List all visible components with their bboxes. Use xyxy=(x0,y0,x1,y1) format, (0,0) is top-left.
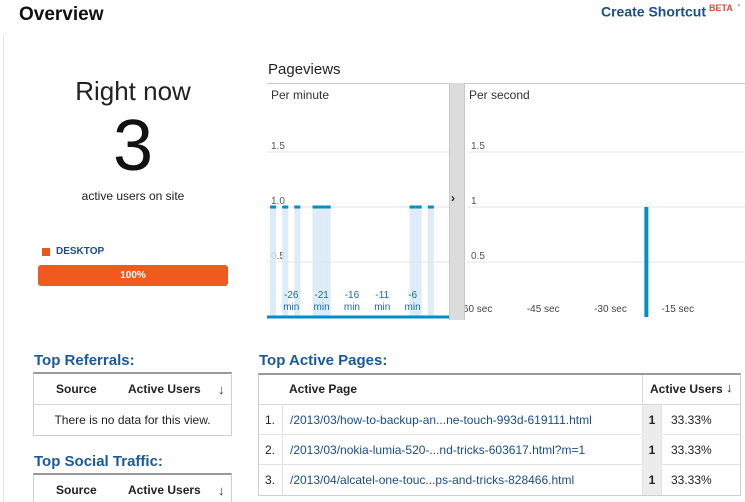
left-divider xyxy=(3,34,4,502)
top-pages-title: Top Active Pages: xyxy=(259,352,388,369)
pageviews-chart: 1.51.00.5-26min-21min-16min-11min-6min 1… xyxy=(267,141,745,319)
x-tick-label: -26 xyxy=(284,290,299,301)
sort-arrow-icon[interactable]: ↓ xyxy=(218,483,225,498)
right-now-panel: Right now 3 active users on site xyxy=(38,76,228,203)
y-tick-label: 0.5 xyxy=(471,251,485,262)
beta-badge: BETA xyxy=(709,3,733,13)
x-tick-label: -30 sec xyxy=(594,304,627,315)
device-legend: DESKTOP xyxy=(42,246,104,257)
create-shortcut-link[interactable]: Create Shortcut BETA xyxy=(601,3,733,20)
x-tick-label: -16 xyxy=(345,290,360,301)
top-social-table: Source Active Users ↓ xyxy=(33,473,232,502)
x-tick-label: -11 xyxy=(375,290,389,301)
desktop-share-bar: 100% xyxy=(38,265,228,286)
sort-arrow-icon[interactable]: ↓ xyxy=(218,382,225,397)
table-row: 3. /2013/04/alcatel-one-touc...ps-and-tr… xyxy=(259,465,740,495)
row-count: 1 xyxy=(642,465,662,495)
header-separator xyxy=(642,375,643,405)
right-now-label: Right now xyxy=(75,76,191,106)
col-active-users[interactable]: Active Users xyxy=(128,483,201,497)
desktop-swatch xyxy=(42,247,50,256)
row-index: 2. xyxy=(259,435,283,465)
col-source[interactable]: Source xyxy=(56,483,97,497)
col-active-users[interactable]: Active Users xyxy=(650,382,723,396)
x-tick-label: min xyxy=(314,302,330,313)
row-percent: 33.33% xyxy=(671,473,712,487)
table-row: 2. /2013/03/nokia-lumia-520-...nd-tricks… xyxy=(259,435,740,465)
row-count: 1 xyxy=(642,405,662,435)
top-referrals-table: Source Active Users ↓ There is no data f… xyxy=(33,372,232,436)
top-pages-table: Active Page Active Users ↓ 1. /2013/03/h… xyxy=(258,373,741,496)
page-link[interactable]: /2013/04/alcatel-one-touc...ps-and-trick… xyxy=(290,465,574,495)
y-tick-label: 1.5 xyxy=(271,141,285,152)
y-tick-label: 1.5 xyxy=(471,141,485,152)
col-source[interactable]: Source xyxy=(56,382,97,396)
col-active-users[interactable]: Active Users xyxy=(128,382,201,396)
second-bar xyxy=(644,207,649,317)
page-link[interactable]: /2013/03/nokia-lumia-520-...nd-tricks-60… xyxy=(290,435,585,465)
active-users-subtitle: active users on site xyxy=(81,189,185,203)
page-title: Overview xyxy=(19,4,104,25)
header-bar: Overview Create Shortcut BETA ' xyxy=(0,0,745,34)
corner-mark: ' xyxy=(738,3,740,14)
x-tick-label: min xyxy=(344,302,360,313)
row-percent: 33.33% xyxy=(671,443,712,457)
y-tick-label: 1.0 xyxy=(271,196,285,207)
col-active-page[interactable]: Active Page xyxy=(289,382,357,396)
top-social-header: Source Active Users ↓ xyxy=(34,475,231,502)
y-tick-label: 1 xyxy=(471,196,477,207)
no-data-message: There is no data for this view. xyxy=(54,413,211,427)
page-link[interactable]: /2013/03/how-to-backup-an...ne-touch-993… xyxy=(290,405,592,435)
row-index: 3. xyxy=(259,465,283,495)
per-second-chart: 1.510.5-60 sec -45 sec -30 sec -15 sec xyxy=(460,141,745,317)
table-row: 1. /2013/03/how-to-backup-an...ne-touch-… xyxy=(259,405,740,435)
sort-arrow-icon[interactable]: ↓ xyxy=(726,380,733,395)
x-tick-label: min xyxy=(374,302,390,313)
x-tick-label: -6 xyxy=(408,290,417,301)
chevron-right-icon[interactable]: › xyxy=(451,191,455,205)
top-referrals-title: Top Referrals: xyxy=(34,352,135,369)
x-tick-label: min xyxy=(405,302,421,313)
per-minute-chart: 1.51.00.5-26min-21min-16min-11min-6min xyxy=(267,141,449,319)
row-count: 1 xyxy=(642,435,662,465)
create-shortcut-label[interactable]: Create Shortcut xyxy=(601,4,706,20)
active-user-count: 3 xyxy=(112,106,154,186)
x-tick-label: -45 sec xyxy=(527,304,560,315)
x-tick-label: min xyxy=(283,302,299,313)
minute-column xyxy=(270,207,277,317)
row-percent: 33.33% xyxy=(671,413,712,427)
desktop-legend-label: DESKTOP xyxy=(56,246,105,257)
pageviews-title: Pageviews xyxy=(268,61,341,78)
x-tick-label: -21 xyxy=(314,290,329,301)
minute-column xyxy=(427,207,434,317)
top-pages-header: Active Page Active Users ↓ xyxy=(259,375,740,405)
top-referrals-header: Source Active Users ↓ xyxy=(34,374,231,405)
x-tick-label: -15 sec xyxy=(661,304,694,315)
row-index: 1. xyxy=(259,405,283,435)
top-social-title: Top Social Traffic: xyxy=(34,453,163,470)
